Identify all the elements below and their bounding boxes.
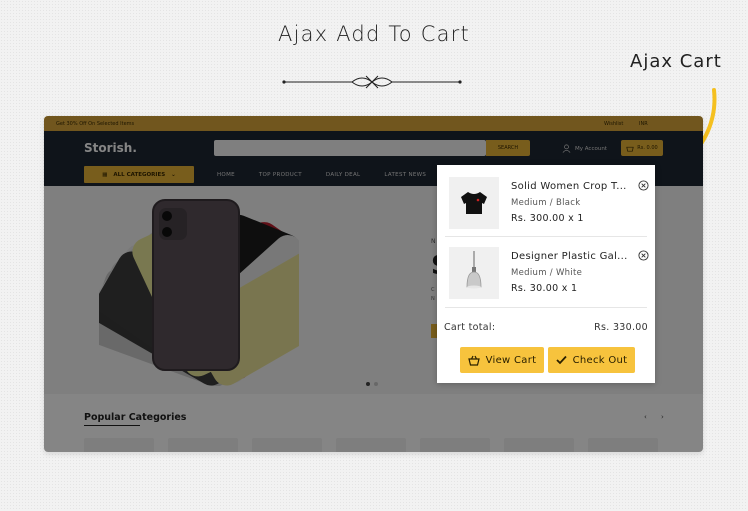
ajax-cart-callout: Ajax Cart [630, 51, 722, 72]
basket-icon [467, 355, 480, 366]
cart-item-variant: Medium / Black [511, 198, 581, 208]
remove-item-icon[interactable] [638, 250, 649, 261]
view-cart-button[interactable]: View Cart [460, 347, 544, 373]
checkout-label: Check Out [572, 354, 628, 366]
cart-item-thumb[interactable] [449, 247, 499, 299]
cart-total-label: Cart total: [444, 322, 496, 333]
page-title: Ajax Add To Cart [278, 22, 470, 46]
pendant-lamp-icon [466, 251, 482, 289]
check-icon [555, 355, 567, 365]
cart-total-value: Rs. 330.00 [594, 322, 648, 333]
item-divider [445, 236, 647, 237]
ornament-divider-icon [282, 75, 462, 89]
checkout-button[interactable]: Check Out [548, 347, 635, 373]
cart-item-price: Rs. 30.00 x 1 [511, 283, 578, 294]
view-cart-label: View Cart [485, 354, 537, 366]
cart-item-variant: Medium / White [511, 268, 583, 278]
cart-item-price: Rs. 300.00 x 1 [511, 213, 584, 224]
black-top-icon [461, 192, 487, 214]
cart-item-name[interactable]: Solid Women Crop T... [511, 181, 629, 192]
remove-item-icon[interactable] [638, 180, 649, 191]
cart-item: Solid Women Crop T... Medium / Black Rs.… [449, 177, 649, 233]
cart-item-thumb[interactable] [449, 177, 499, 229]
item-divider [445, 307, 647, 308]
cart-item: Designer Plastic Gal... Medium / White R… [449, 247, 649, 303]
cart-item-name[interactable]: Designer Plastic Gal... [511, 251, 629, 262]
ajax-cart-dropdown: Solid Women Crop T... Medium / Black Rs.… [437, 165, 655, 383]
